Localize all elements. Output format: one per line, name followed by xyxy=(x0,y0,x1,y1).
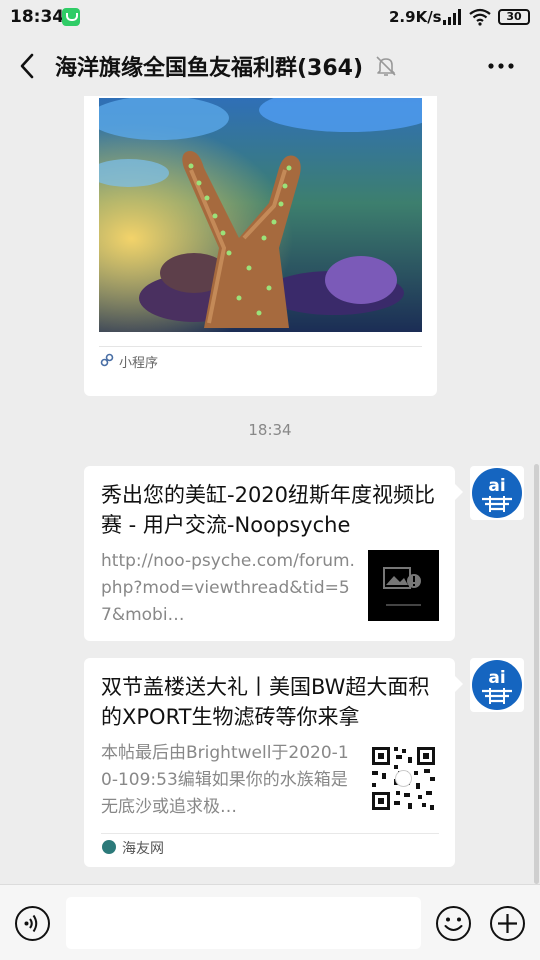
mini-program-card[interactable]: 小程序 xyxy=(84,96,437,396)
status-bar: 18:34 2.9K/s 30 xyxy=(0,0,540,36)
voice-icon[interactable] xyxy=(14,905,51,942)
sender-avatar-icon[interactable]: ai xyxy=(470,658,524,712)
back-arrow-icon[interactable] xyxy=(14,50,44,82)
divider xyxy=(99,346,422,347)
scrollbar[interactable] xyxy=(534,464,539,884)
svg-text:ai: ai xyxy=(488,668,505,688)
emoji-icon[interactable] xyxy=(435,905,472,942)
divider xyxy=(101,833,439,834)
mini-program-link-icon xyxy=(100,353,114,367)
svg-text:ai: ai xyxy=(488,476,505,496)
link-card-description: http://noo-psyche.com/forum.php?mod=view… xyxy=(101,551,355,625)
coral-photo xyxy=(99,98,422,332)
battery-icon: 30 xyxy=(498,9,530,25)
sender-avatar-icon[interactable]: ai xyxy=(470,466,524,520)
more-icon[interactable] xyxy=(486,58,516,74)
plus-icon[interactable] xyxy=(489,905,526,942)
qr-code-icon xyxy=(368,743,439,814)
chat-area[interactable]: 小程序 18:34 秀出您的美缸-2020纽斯年度视频比赛 - 用户交流-Noo… xyxy=(0,96,540,884)
chat-title[interactable]: 海洋旗缘全国鱼友福利群(364) xyxy=(55,50,363,82)
link-card-source: 海友网 xyxy=(122,841,164,857)
broken-image-icon xyxy=(368,550,439,621)
link-card-1[interactable]: 秀出您的美缸-2020纽斯年度视频比赛 - 用户交流-Noopsyche htt… xyxy=(84,466,463,641)
message-input[interactable] xyxy=(66,897,421,949)
link-card-title: 秀出您的美缸-2020纽斯年度视频比赛 - 用户交流-Noopsyche xyxy=(101,483,436,537)
input-bar xyxy=(0,884,540,960)
network-speed: 2.9K/s xyxy=(389,8,442,26)
status-time: 18:34 xyxy=(10,7,65,27)
link-card-2[interactable]: 双节盖楼送大礼丨美国BW超大面积的XPORT生物滤砖等你来拿 本帖最后由Brig… xyxy=(84,658,463,867)
chat-header: 海洋旗缘全国鱼友福利群(364) xyxy=(0,36,540,96)
link-card-title: 双节盖楼送大礼丨美国BW超大面积的XPORT生物滤砖等你来拿 xyxy=(101,675,430,729)
mute-bell-icon xyxy=(376,56,396,76)
signal-icon xyxy=(443,9,461,25)
link-card-description: 本帖最后由Brightwell于2020-10-109:53编辑如果你的水族箱是… xyxy=(101,743,349,817)
source-logo-icon xyxy=(102,840,116,854)
mini-program-label: 小程序 xyxy=(119,356,159,371)
wifi-icon xyxy=(469,8,491,26)
app-notification-icon xyxy=(62,8,80,26)
message-timestamp: 18:34 xyxy=(248,421,292,439)
